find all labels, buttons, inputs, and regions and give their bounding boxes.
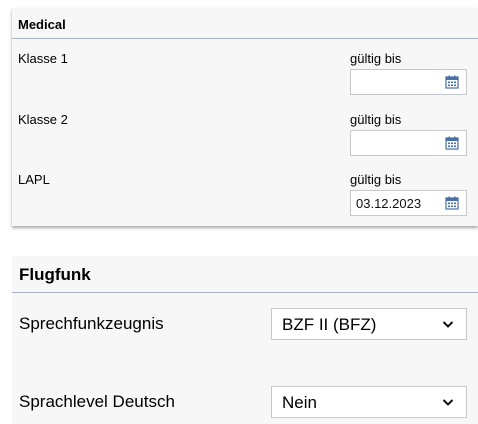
lapl-date-value: 03.12.2023 <box>356 196 422 211</box>
sprechfunkzeugnis-select[interactable]: BZF II (BFZ) <box>271 308 467 340</box>
calendar-icon[interactable] <box>445 75 459 89</box>
klasse-2-valid-label: gültig bis <box>350 112 402 127</box>
lapl-label: LAPL <box>18 172 50 187</box>
medical-row-klasse-2: Klasse 2 gültig bis <box>12 112 478 172</box>
klasse-2-date-input[interactable] <box>350 130 467 156</box>
chevron-down-icon <box>442 399 454 406</box>
flugfunk-title: Flugfunk <box>12 256 478 293</box>
sprechfunkzeugnis-label: Sprechfunkzeugnis <box>19 314 164 333</box>
sprachlevel-deutsch-select[interactable]: Nein <box>271 386 467 418</box>
calendar-icon[interactable] <box>445 136 459 150</box>
klasse-1-date-input[interactable] <box>350 69 467 95</box>
flugfunk-row-sprechfunkzeugnis: Sprechfunkzeugnis BZF II (BFZ) <box>12 308 478 342</box>
chevron-down-icon <box>442 321 454 328</box>
flugfunk-panel: Flugfunk Sprechfunkzeugnis BZF II (BFZ) … <box>12 256 478 424</box>
lapl-valid-label: gültig bis <box>350 172 402 187</box>
medical-title: Medical <box>12 8 478 39</box>
calendar-icon[interactable] <box>445 196 459 210</box>
flugfunk-row-sprachlevel-deutsch: Sprachlevel Deutsch Nein <box>12 386 478 420</box>
medical-panel: Medical Klasse 1 gültig bis Klasse 2 gül… <box>12 8 478 226</box>
sprachlevel-deutsch-value: Nein <box>282 393 317 412</box>
medical-row-lapl: LAPL gültig bis 03.12.2023 <box>12 172 478 232</box>
lapl-date-input[interactable]: 03.12.2023 <box>350 190 467 216</box>
sprachlevel-deutsch-label: Sprachlevel Deutsch <box>19 392 175 411</box>
klasse-1-valid-label: gültig bis <box>350 51 402 66</box>
klasse-2-label: Klasse 2 <box>18 112 68 127</box>
klasse-1-label: Klasse 1 <box>18 51 68 66</box>
sprechfunkzeugnis-value: BZF II (BFZ) <box>282 315 377 334</box>
medical-row-klasse-1: Klasse 1 gültig bis <box>12 51 478 111</box>
